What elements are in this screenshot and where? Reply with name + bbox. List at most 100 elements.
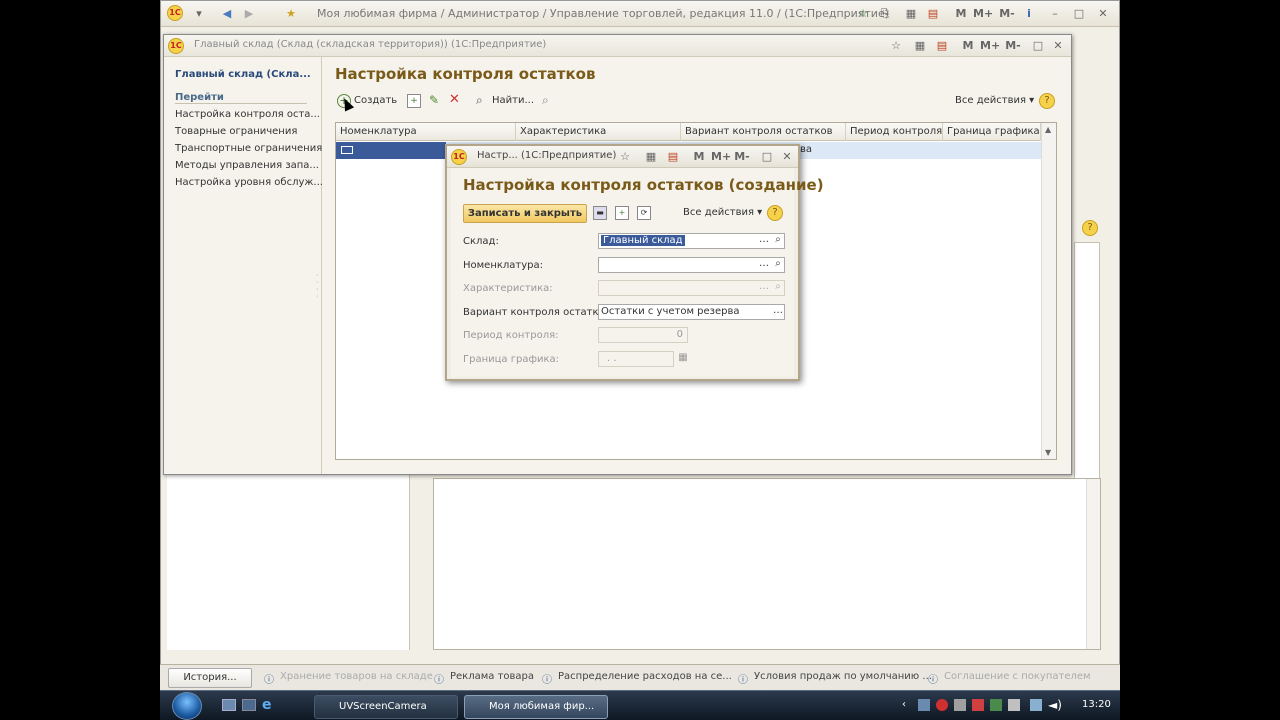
calculator-icon[interactable]: ▦ [912, 38, 928, 54]
add-favorite-icon[interactable]: ☆ [888, 38, 904, 54]
memory-m-minus-button[interactable]: M- [997, 6, 1017, 22]
start-button-icon[interactable] [172, 692, 202, 720]
warehouse-open-icon[interactable]: ⌕ [771, 233, 785, 249]
help-icon[interactable]: ? [1082, 220, 1098, 236]
nav-item-goods-restrictions[interactable]: Товарные ограничения [175, 126, 297, 137]
history-item-advertising[interactable]: Реклама товара [450, 671, 534, 682]
memory-m-button[interactable]: M [960, 38, 976, 54]
nav-item-service-level[interactable]: Настройка уровня обслуж... [175, 177, 323, 188]
calendar-icon[interactable]: ▤ [934, 38, 950, 54]
splitter-handle[interactable]: · · · · [316, 272, 320, 302]
table-scrollbar[interactable]: ▲ ▼ [1041, 123, 1056, 459]
nav-item-stock-control[interactable]: Настройка контроля оста... [175, 109, 320, 120]
forward-arrow-icon[interactable]: ▶ [241, 6, 257, 22]
history-item-agreement[interactable]: Соглашение с покупателем [944, 671, 1100, 682]
save-icon[interactable]: ▬ [593, 206, 607, 220]
maximize-icon[interactable]: □ [759, 149, 775, 165]
help-icon[interactable]: ? [1039, 93, 1055, 109]
memory-m-plus-button[interactable]: M+ [980, 38, 1000, 54]
show-desktop-icon[interactable] [222, 699, 236, 711]
control-variant-field[interactable]: Остатки с учетом резерва [598, 304, 785, 320]
dialog-all-actions-button[interactable]: Все действия ▾ [683, 207, 762, 218]
app-logo-icon[interactable]: 1С [167, 5, 183, 21]
column-header-characteristic[interactable]: Характеристика [516, 123, 681, 141]
memory-m-button[interactable]: M [691, 149, 707, 165]
dialog-title-bar: 1С Настр... (1С:Предприятие) ☆ ▦ ▤ M M+ … [447, 146, 798, 168]
find-search-icon[interactable]: ⌕ [476, 93, 483, 108]
maximize-icon[interactable]: □ [1030, 38, 1046, 54]
create-button[interactable]: Создать [354, 95, 397, 106]
maximize-icon[interactable]: □ [1071, 6, 1087, 22]
refresh-icon[interactable]: ⟳ [637, 206, 651, 220]
delete-icon[interactable]: ✕ [449, 92, 460, 107]
info-icon[interactable]: i [1021, 6, 1037, 22]
calendar-icon[interactable]: ▤ [925, 6, 941, 22]
edit-pencil-icon[interactable]: ✎ [429, 93, 439, 107]
close-icon[interactable]: ✕ [1050, 38, 1066, 54]
tray-volume-icon[interactable]: ◄) [1048, 698, 1062, 712]
menu-dropdown-icon[interactable]: ▾ [191, 6, 207, 22]
windows-taskbar: e UVScreenCamera Моя любимая фир... ‹ ◄)… [160, 690, 1120, 720]
all-actions-button[interactable]: Все действия ▾ [955, 95, 1034, 106]
memory-m-plus-button[interactable]: M+ [711, 149, 731, 165]
warehouse-select-button[interactable]: … [757, 233, 771, 249]
copy-icon[interactable]: + [615, 206, 629, 220]
history-item-sales-terms[interactable]: Условия продаж по умолчанию ... [754, 671, 932, 682]
close-icon[interactable]: ✕ [779, 149, 795, 165]
help-icon[interactable]: ? [767, 205, 783, 221]
create-dialog: 1С Настр... (1С:Предприятие) ☆ ▦ ▤ M M+ … [445, 144, 824, 381]
history-item-expenses[interactable]: Распределение расходов на се... [558, 671, 732, 682]
back-arrow-icon[interactable]: ◀ [219, 6, 235, 22]
calculator-icon[interactable]: ▦ [903, 6, 919, 22]
history-info-icon: ⓘ [738, 675, 748, 686]
calculator-icon[interactable]: ▦ [643, 149, 659, 165]
history-item-storage[interactable]: Хранение товаров на складе [280, 671, 433, 682]
internet-explorer-icon[interactable]: e [262, 697, 272, 713]
task-1c-enterprise[interactable]: Моя любимая фир... [464, 695, 608, 719]
app-logo-icon: 1С [168, 38, 184, 54]
characteristic-label: Характеристика: [463, 283, 553, 294]
switch-windows-icon[interactable] [242, 699, 256, 711]
history-icon[interactable]: ⎘ [877, 6, 893, 22]
tray-app-icon[interactable] [954, 699, 966, 711]
nomenclature-open-icon[interactable]: ⌕ [771, 257, 785, 273]
background-list-panel [433, 478, 1101, 650]
tray-security-icon[interactable] [936, 699, 948, 711]
close-icon[interactable]: ✕ [1095, 6, 1111, 22]
add-favorite-icon[interactable]: ☆ [617, 149, 633, 165]
nav-item-transport-restrictions[interactable]: Транспортные ограничения [175, 143, 322, 154]
nav-item-stock-methods[interactable]: Методы управления запа... [175, 160, 319, 171]
task-uvscreencamera[interactable]: UVScreenCamera [314, 695, 458, 719]
find-button[interactable]: Найти... [492, 95, 534, 106]
column-header-control-period[interactable]: Период контроля [846, 123, 943, 141]
save-and-close-button[interactable]: Записать и закрыть [463, 204, 587, 223]
column-header-control-variant[interactable]: Вариант контроля остатков [681, 123, 846, 141]
control-variant-select-button[interactable]: … [771, 304, 785, 320]
memory-m-minus-button[interactable]: M- [1004, 38, 1022, 54]
history-button[interactable]: История... [168, 668, 252, 688]
calendar-icon[interactable]: ▤ [665, 149, 681, 165]
tray-clock[interactable]: 13:20 [1082, 699, 1111, 710]
tray-expand-icon[interactable]: ‹ [902, 699, 906, 710]
scroll-down-icon[interactable]: ▼ [1045, 448, 1051, 457]
column-header-chart-border[interactable]: Граница графика [943, 123, 1041, 141]
tray-device-icon[interactable] [1008, 699, 1020, 711]
tray-status-icon[interactable] [990, 699, 1002, 711]
tray-network-icon[interactable] [918, 699, 930, 711]
add-favorite-icon[interactable]: ☆ [855, 6, 871, 22]
favorites-star-icon[interactable]: ★ [283, 6, 299, 22]
sidebar-header[interactable]: Главный склад (Скла... [175, 69, 311, 80]
main-window-title: Моя любимая фирма / Администратор / Упра… [317, 7, 889, 20]
column-header-nomenclature[interactable]: Номенклатура [336, 123, 516, 141]
tray-connection-icon[interactable] [1030, 699, 1042, 711]
background-scrollbar[interactable] [1086, 479, 1100, 649]
memory-m-minus-button[interactable]: M- [733, 149, 751, 165]
copy-icon[interactable]: + [407, 94, 421, 108]
memory-m-button[interactable]: M [953, 6, 969, 22]
minimize-icon[interactable]: – [1047, 6, 1063, 22]
tray-antivirus-icon[interactable] [972, 699, 984, 711]
nomenclature-select-button[interactable]: … [757, 257, 771, 273]
memory-m-plus-button[interactable]: M+ [973, 6, 993, 22]
scroll-up-icon[interactable]: ▲ [1045, 125, 1051, 134]
cancel-search-icon[interactable]: ⌕ [542, 93, 549, 108]
